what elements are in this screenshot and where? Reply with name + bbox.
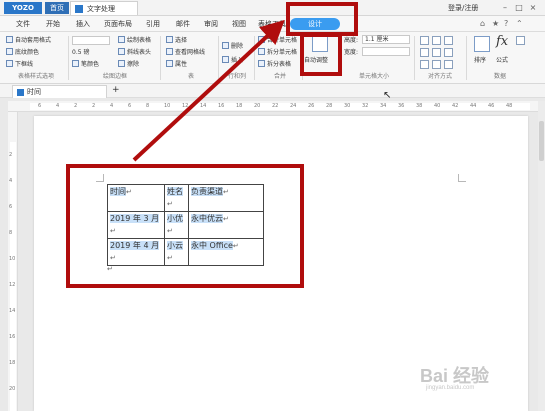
annotation-arrow-icon xyxy=(132,19,285,162)
watermark-url: jingyan.baidu.com xyxy=(426,385,475,391)
